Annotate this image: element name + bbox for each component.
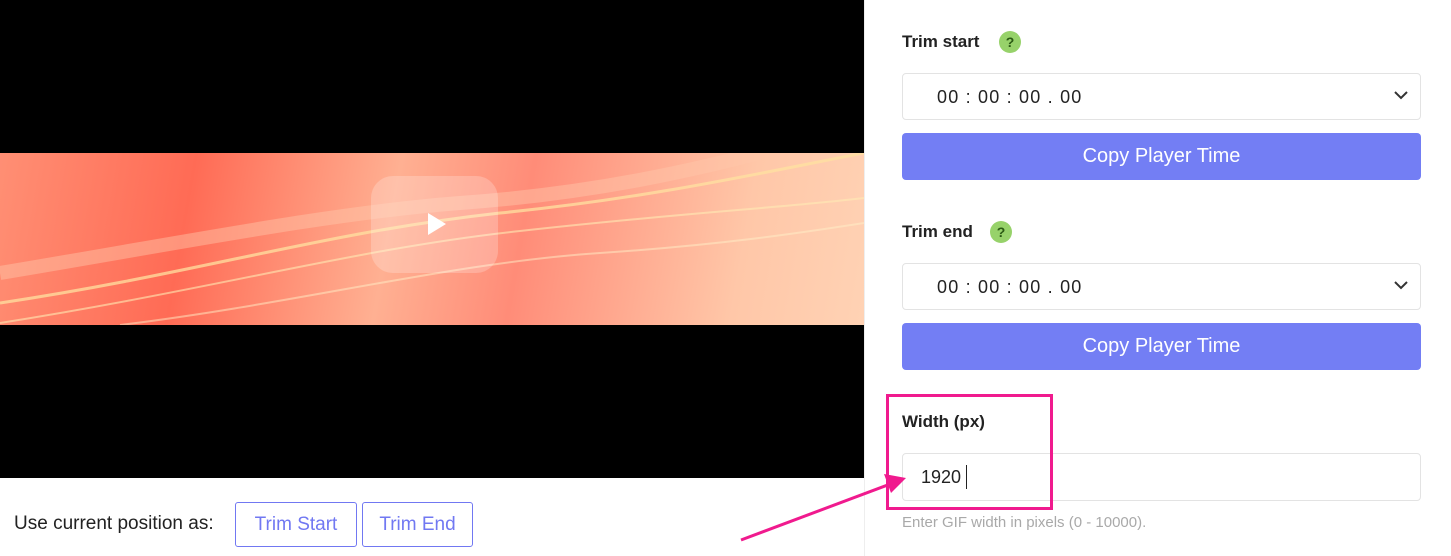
trim-start-copy-button[interactable]: Copy Player Time [902,133,1421,180]
highlight-annotation [886,394,1053,510]
trim-end-label: Trim end [902,222,973,241]
panel-divider [864,0,865,556]
chevron-down-icon [1394,281,1408,290]
trim-start-help-icon[interactable]: ? [999,31,1021,53]
trim-start-select[interactable]: 00 : 00 : 00 . 00 [902,73,1421,120]
position-label: Use current position as: [14,513,214,534]
play-button[interactable] [371,176,498,273]
trim-start-label: Trim start [902,32,980,51]
trim-end-help-icon[interactable]: ? [990,221,1012,243]
trim-start-time: 00 : 00 : 00 . 00 [937,87,1083,107]
width-hint: Enter GIF width in pixels (0 - 10000). [902,514,1147,531]
trim-end-select[interactable]: 00 : 00 : 00 . 00 [902,263,1421,310]
video-player[interactable] [0,0,864,478]
chevron-down-icon [1394,91,1408,100]
trim-end-button[interactable]: Trim End [362,502,473,547]
trim-end-time: 00 : 00 : 00 . 00 [937,277,1083,297]
play-icon [428,213,446,235]
trim-start-button[interactable]: Trim Start [235,502,357,547]
trim-end-copy-button[interactable]: Copy Player Time [902,323,1421,370]
